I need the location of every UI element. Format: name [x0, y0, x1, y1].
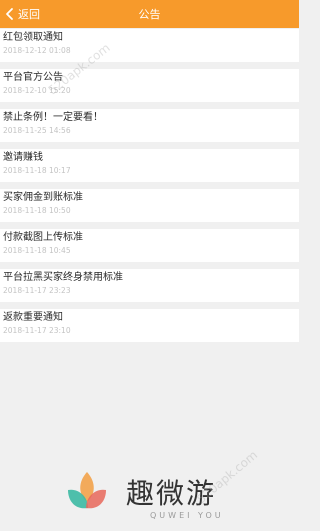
notice-item[interactable]: 邀请赚钱 2018-11-18 10:17: [0, 149, 299, 182]
notice-title: 邀请赚钱: [3, 152, 43, 163]
notice-item[interactable]: 平台拉黑买家终身禁用标准 2018-11-17 23:23: [0, 269, 299, 302]
notice-time: 2018-11-17 23:10: [3, 326, 71, 335]
notice-item[interactable]: 红包领取通知 2018-12-12 01:08: [0, 29, 299, 62]
notice-title: 红包领取通知: [3, 32, 63, 43]
chevron-left-icon: [6, 8, 13, 20]
notice-item[interactable]: 买家佣金到账标准 2018-11-18 10:50: [0, 189, 299, 222]
notice-time: 2018-11-18 10:50: [3, 206, 71, 215]
notice-time: 2018-12-10 15:20: [3, 86, 71, 95]
notice-time: 2018-11-25 14:56: [3, 126, 71, 135]
notice-title: 平台官方公告: [3, 72, 63, 83]
notice-item[interactable]: 禁止条例！一定要看！ 2018-11-25 14:56: [0, 109, 299, 142]
brand-logo-icon: [68, 472, 106, 509]
notice-time: 2018-11-17 23:23: [3, 286, 71, 295]
notice-list: 红包领取通知 2018-12-12 01:08 平台官方公告 2018-12-1…: [0, 28, 299, 342]
notice-title: 买家佣金到账标准: [3, 192, 83, 203]
top-nav-bar: 返回 公告: [0, 0, 299, 28]
back-label: 返回: [18, 8, 40, 21]
brand-name: 趣微游: [126, 477, 217, 510]
notice-title: 平台拉黑买家终身禁用标准: [3, 272, 123, 283]
page-title: 公告: [138, 8, 161, 21]
notice-time: 2018-12-12 01:08: [3, 46, 71, 55]
notice-time: 2018-11-18 10:45: [3, 246, 71, 255]
notice-title: 禁止条例！一定要看！: [3, 112, 103, 123]
back-button[interactable]: 返回: [0, 0, 40, 28]
brand-subtitle: QUWEI YOU: [150, 511, 224, 520]
notice-item[interactable]: 返款重要通知 2018-11-17 23:10: [0, 309, 299, 342]
notice-time: 2018-11-18 10:17: [3, 166, 71, 175]
notice-title: 返款重要通知: [3, 312, 63, 323]
notice-item[interactable]: 平台官方公告 2018-12-10 15:20: [0, 69, 299, 102]
notice-item[interactable]: 付款截图上传标准 2018-11-18 10:45: [0, 229, 299, 262]
notice-title: 付款截图上传标准: [3, 232, 83, 243]
